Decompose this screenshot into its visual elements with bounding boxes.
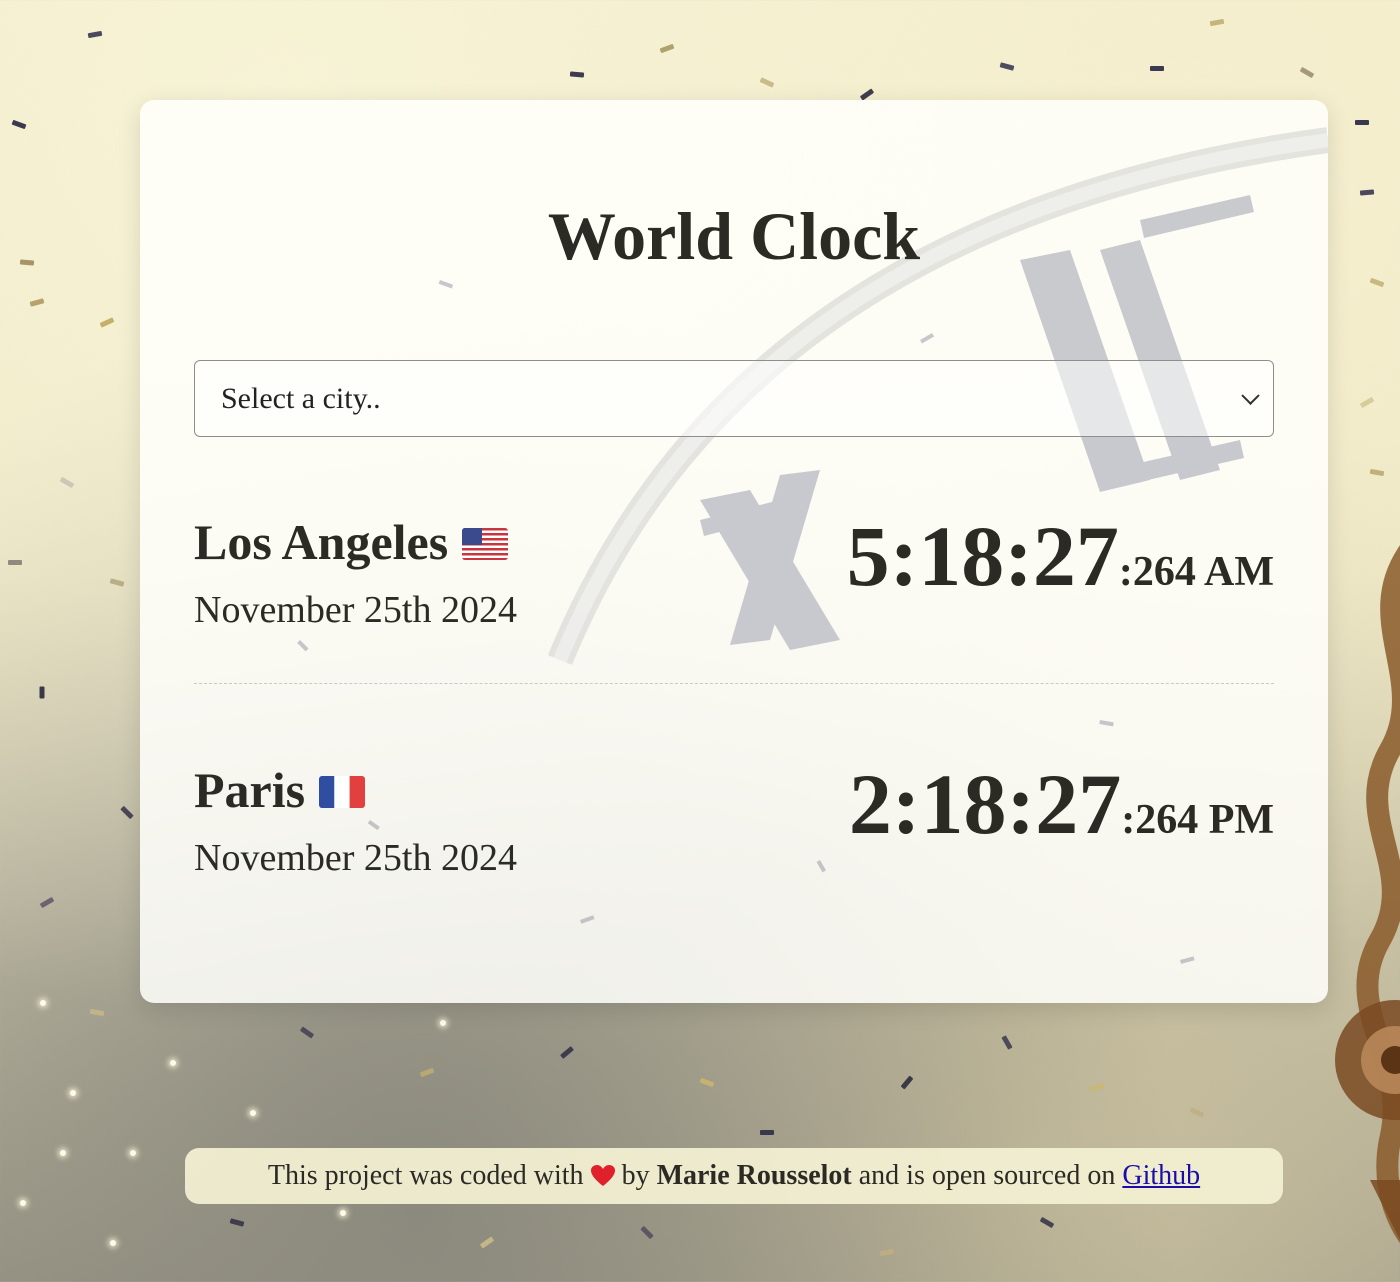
city-row-paris: Paris November 25th 2024 2:18:27 :264 PM <box>194 750 1274 890</box>
footer-author: Marie Rousselot <box>656 1160 852 1191</box>
city-select[interactable]: Select a city.. <box>194 360 1274 437</box>
heart-icon <box>590 1165 615 1186</box>
chevron-down-icon[interactable] <box>1241 386 1260 405</box>
city-time: 2:18:27 :264 PM <box>849 756 1274 852</box>
city-name-text: Los Angeles <box>194 514 449 570</box>
world-clock-card: World Clock Select a city.. Los Angeles … <box>140 100 1328 1003</box>
github-link[interactable]: Github <box>1122 1160 1200 1192</box>
city-name: Paris <box>194 760 366 820</box>
city-time-main: 2:18:27 <box>848 756 1122 852</box>
city-time-main: 5:18:27 <box>846 508 1119 604</box>
us-flag-icon <box>462 527 509 560</box>
city-time-suffix: :264 PM <box>1121 797 1274 843</box>
city-date: November 25th 2024 <box>194 837 517 879</box>
footer-text-by: by <box>621 1160 650 1191</box>
footer-text-before: This project was coded with <box>267 1160 584 1191</box>
page-title: World Clock <box>547 198 921 274</box>
city-name-text: Paris <box>194 762 306 818</box>
city-time: 5:18:27 :264 AM <box>847 508 1274 604</box>
footer-text-after: and is open sourced on <box>858 1160 1116 1191</box>
city-row-los-angeles: Los Angeles November 25th 2024 5:18:27 :… <box>194 502 1274 642</box>
footer: This project was coded with by Marie Rou… <box>185 1148 1283 1204</box>
city-name: Los Angeles <box>194 512 509 572</box>
row-divider <box>194 683 1274 684</box>
france-flag-icon <box>319 775 366 808</box>
city-date: November 25th 2024 <box>194 589 517 631</box>
city-select-value: Select a city.. <box>221 381 381 415</box>
city-time-suffix: :264 AM <box>1118 549 1274 595</box>
